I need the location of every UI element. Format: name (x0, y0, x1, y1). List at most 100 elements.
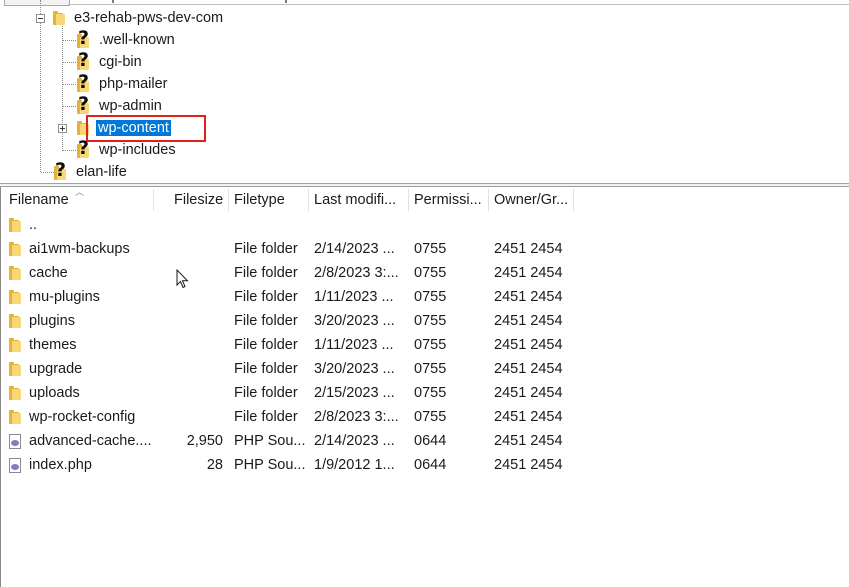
permissions: 0644 (414, 457, 447, 473)
owner-group: 2451 2454 (494, 457, 563, 473)
folder-icon (9, 362, 21, 376)
file-row[interactable]: plugins File folder 3/20/2023 ... 0755 2451 … (1, 309, 849, 333)
tree-node-wp-includes[interactable]: ? wp-includes (77, 138, 176, 161)
tree-connector (40, 0, 41, 172)
expand-toggle[interactable] (58, 124, 67, 133)
last-modified: 1/11/2023 ... (314, 337, 394, 353)
file-row[interactable]: themes File folder 1/11/2023 ... 0755 2451 2… (1, 333, 849, 357)
file-type: PHP Sou... (234, 457, 306, 473)
tree-node-label: .well-known (99, 32, 175, 48)
folder-icon (9, 242, 21, 256)
permissions: 0755 (414, 337, 447, 353)
file-name: themes (29, 337, 77, 353)
file-type: File folder (234, 409, 298, 425)
file-name-cell: index.php (9, 453, 92, 477)
permissions: 0755 (414, 313, 447, 329)
file-name-cell: upgrade (9, 357, 82, 381)
top-tick (285, 0, 287, 3)
file-row[interactable]: wp-rocket-config File folder 2/8/2023 3:..… (1, 405, 849, 429)
tree-connector (63, 84, 76, 85)
php-file-icon (9, 457, 21, 473)
file-name: wp-rocket-config (29, 409, 136, 425)
file-name-cell: plugins (9, 309, 75, 333)
last-modified: 3/20/2023 ... (314, 313, 395, 329)
file-size: 28 (206, 457, 223, 473)
tree-connector (63, 62, 76, 63)
tree-node-elan-life[interactable]: ? elan-life (54, 160, 127, 183)
file-row[interactable]: index.php 28 PHP Sou... 1/9/2012 1... 0644 24… (1, 453, 849, 477)
file-name-cell: themes (9, 333, 77, 357)
remote-file-list[interactable]: Filename ︿ Filesize Filetype Last modifi… (0, 187, 849, 587)
tree-node-label: elan-life (76, 164, 127, 180)
last-modified: 2/14/2023 ... (314, 433, 395, 449)
file-row[interactable]: upgrade File folder 3/20/2023 ... 0755 2451 … (1, 357, 849, 381)
top-tab-edge (4, 0, 70, 6)
tree-connector (63, 150, 76, 151)
column-last-modified[interactable]: Last modifi... (309, 187, 409, 213)
folder-icon (9, 386, 21, 400)
tree-node-label: wp-admin (99, 98, 162, 114)
file-name: .. (29, 217, 38, 233)
top-tick (112, 0, 114, 3)
file-name: uploads (29, 385, 80, 401)
column-divider[interactable] (153, 189, 154, 211)
owner-group: 2451 2454 (494, 241, 563, 257)
file-size (153, 237, 223, 261)
folder-icon (53, 11, 65, 25)
file-type: File folder (234, 313, 298, 329)
tree-node-label: cgi-bin (99, 54, 142, 70)
last-modified: 2/14/2023 ... (314, 241, 395, 257)
sort-ascending-icon: ︿ (75, 187, 85, 197)
column-divider[interactable] (573, 189, 574, 211)
folder-icon (9, 218, 21, 232)
file-type: File folder (234, 337, 298, 353)
column-header: Filename ︿ Filesize Filetype Last modifi… (1, 187, 849, 213)
tree-node-root[interactable]: e3-rehab-pws-dev-com (53, 7, 223, 29)
file-name: advanced-cache.... (29, 433, 152, 449)
tree-node-label: e3-rehab-pws-dev-com (74, 10, 224, 26)
file-row[interactable]: mu-plugins File folder 1/11/2023 ... 0755 24… (1, 285, 849, 309)
file-row[interactable]: advanced-cache.... 2,950 PHP Sou... 2/14/20… (1, 429, 849, 453)
file-size (153, 213, 223, 237)
file-name: mu-plugins (29, 289, 100, 305)
tree-connector (63, 106, 76, 107)
file-name: index.php (29, 457, 92, 473)
owner-group: 2451 2454 (494, 409, 563, 425)
owner-group: 2451 2454 (494, 385, 563, 401)
file-row[interactable]: .. (1, 213, 849, 237)
unknown-folder-icon: ? (77, 93, 90, 115)
column-owner-group[interactable]: Owner/Gr... (489, 187, 574, 213)
column-filesize[interactable]: Filesize (169, 187, 229, 213)
column-filetype[interactable]: Filetype (229, 187, 309, 213)
owner-group: 2451 2454 (494, 289, 563, 305)
tree-node-label: wp-includes (99, 142, 176, 158)
mouse-cursor-icon (176, 269, 189, 289)
file-type: PHP Sou... (234, 433, 306, 449)
last-modified: 2/8/2023 3:... (314, 265, 399, 281)
tree-connector (63, 40, 76, 41)
file-size (153, 309, 223, 333)
file-row[interactable]: uploads File folder 2/15/2023 ... 0755 2451 … (1, 381, 849, 405)
last-modified: 2/8/2023 3:... (314, 409, 399, 425)
file-row[interactable]: cache File folder 2/8/2023 3:... 0755 2451 2… (1, 261, 849, 285)
owner-group: 2451 2454 (494, 265, 563, 281)
tree-node-cgi-bin[interactable]: ? cgi-bin (77, 50, 142, 73)
file-row[interactable]: ai1wm-backups File folder 2/14/2023 ... 075… (1, 237, 849, 261)
column-permissions[interactable]: Permissi... (409, 187, 489, 213)
tree-node-wp-admin[interactable]: ? wp-admin (77, 93, 162, 117)
php-file-icon (9, 433, 21, 449)
permissions: 0755 (414, 385, 447, 401)
tree-node-well-known[interactable]: ? .well-known (77, 28, 175, 51)
folder-icon (9, 290, 21, 304)
file-name-cell: ai1wm-backups (9, 237, 130, 261)
top-divider (68, 4, 849, 5)
collapse-toggle[interactable] (36, 14, 45, 23)
file-size (153, 381, 223, 405)
last-modified: 1/9/2012 1... (314, 457, 395, 473)
file-type: File folder (234, 361, 298, 377)
file-size: 2,950 (186, 433, 223, 449)
file-type: File folder (234, 385, 298, 401)
tree-node-php-mailer[interactable]: ? php-mailer (77, 72, 168, 95)
remote-directory-tree[interactable]: e3-rehab-pws-dev-com ? .well-known ? cgi… (0, 0, 849, 183)
permissions: 0755 (414, 241, 447, 257)
